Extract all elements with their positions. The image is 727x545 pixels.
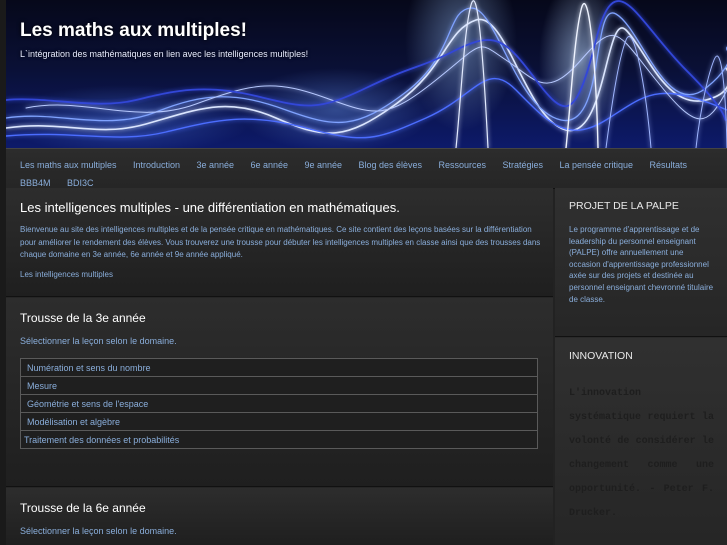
nav-item-la-pensee-critique[interactable]: La pensée critique (559, 160, 633, 170)
grade6-choose-link[interactable]: Sélectionner la leçon selon le domaine. (20, 526, 177, 536)
grade3-choose-link[interactable]: Sélectionner la leçon selon le domaine. (20, 336, 177, 346)
grade6-section: Trousse de la 6e année Sélectionner la l… (6, 488, 553, 545)
grade3-section: Trousse de la 3e année Sélectionner la l… (6, 298, 553, 487)
intro-text: Bienvenue au site des intelligences mult… (20, 225, 541, 259)
main-content: Les intelligences multiples - une différ… (6, 188, 553, 545)
nav-item-6e-annee[interactable]: 6e année (250, 160, 288, 170)
table-row: Traitement des données et probabilités (20, 430, 538, 449)
nav-item-9e-annee[interactable]: 9e année (304, 160, 342, 170)
site-title[interactable]: Les maths aux multiples! (20, 20, 247, 42)
nav-item-resultats[interactable]: Résultats (649, 160, 687, 170)
table-row: Numération et sens du nombre (20, 358, 538, 377)
table-row: Modélisation et algèbre (20, 412, 538, 431)
innovation-widget: INNOVATION L'innovation systématique req… (555, 338, 727, 545)
grade3-domain-table: Numération et sens du nombre Mesure Géom… (20, 358, 538, 449)
grade6-heading: Trousse de la 6e année (20, 501, 146, 515)
palpe-widget: PROJET DE LA PALPE Le programme d'appren… (555, 188, 727, 337)
domain-link-traitement[interactable]: Traitement des données et probabilités (20, 430, 538, 449)
intelligences-multiples-link[interactable]: Les intelligences multiples (20, 270, 113, 279)
site-tagline: L`intégration des mathématiques en lien … (20, 49, 309, 59)
nav-item-ressources[interactable]: Ressources (438, 160, 486, 170)
table-row: Mesure (20, 376, 538, 395)
nav-item-introduction[interactable]: Introduction (133, 160, 180, 170)
intro-heading: Les intelligences multiples - une différ… (20, 200, 400, 215)
grade3-heading: Trousse de la 3e année (20, 311, 146, 325)
sidebar: PROJET DE LA PALPE Le programme d'appren… (555, 188, 727, 545)
table-row: Géométrie et sens de l'espace (20, 394, 538, 413)
main-navigation: Les maths aux multiples Introduction 3e … (6, 148, 727, 189)
domain-link-numeration[interactable]: Numération et sens du nombre (20, 358, 538, 377)
innovation-quote: L'innovation systématique requiert la vo… (569, 388, 714, 519)
intro-section: Les intelligences multiples - une différ… (6, 188, 553, 297)
nav-item-bbb4m[interactable]: BBB4M (20, 178, 51, 188)
palpe-title: PROJET DE LA PALPE (569, 200, 679, 212)
domain-link-geometrie[interactable]: Géométrie et sens de l'espace (20, 394, 538, 413)
nav-item-blog-des-eleves[interactable]: Blog des élèves (358, 160, 422, 170)
nav-item-les-maths-aux-multiples[interactable]: Les maths aux multiples (20, 160, 117, 170)
nav-item-strategies[interactable]: Stratégies (502, 160, 543, 170)
domain-link-modelisation[interactable]: Modélisation et algèbre (20, 412, 538, 431)
nav-item-3e-annee[interactable]: 3e année (196, 160, 234, 170)
innovation-title: INNOVATION (569, 350, 633, 362)
nav-item-bdi3c[interactable]: BDI3C (67, 178, 94, 188)
site-header: Les maths aux multiples! L`intégration d… (6, 0, 727, 148)
domain-link-mesure[interactable]: Mesure (20, 376, 538, 395)
palpe-text[interactable]: Le programme d'apprentissage et de leade… (569, 224, 714, 305)
